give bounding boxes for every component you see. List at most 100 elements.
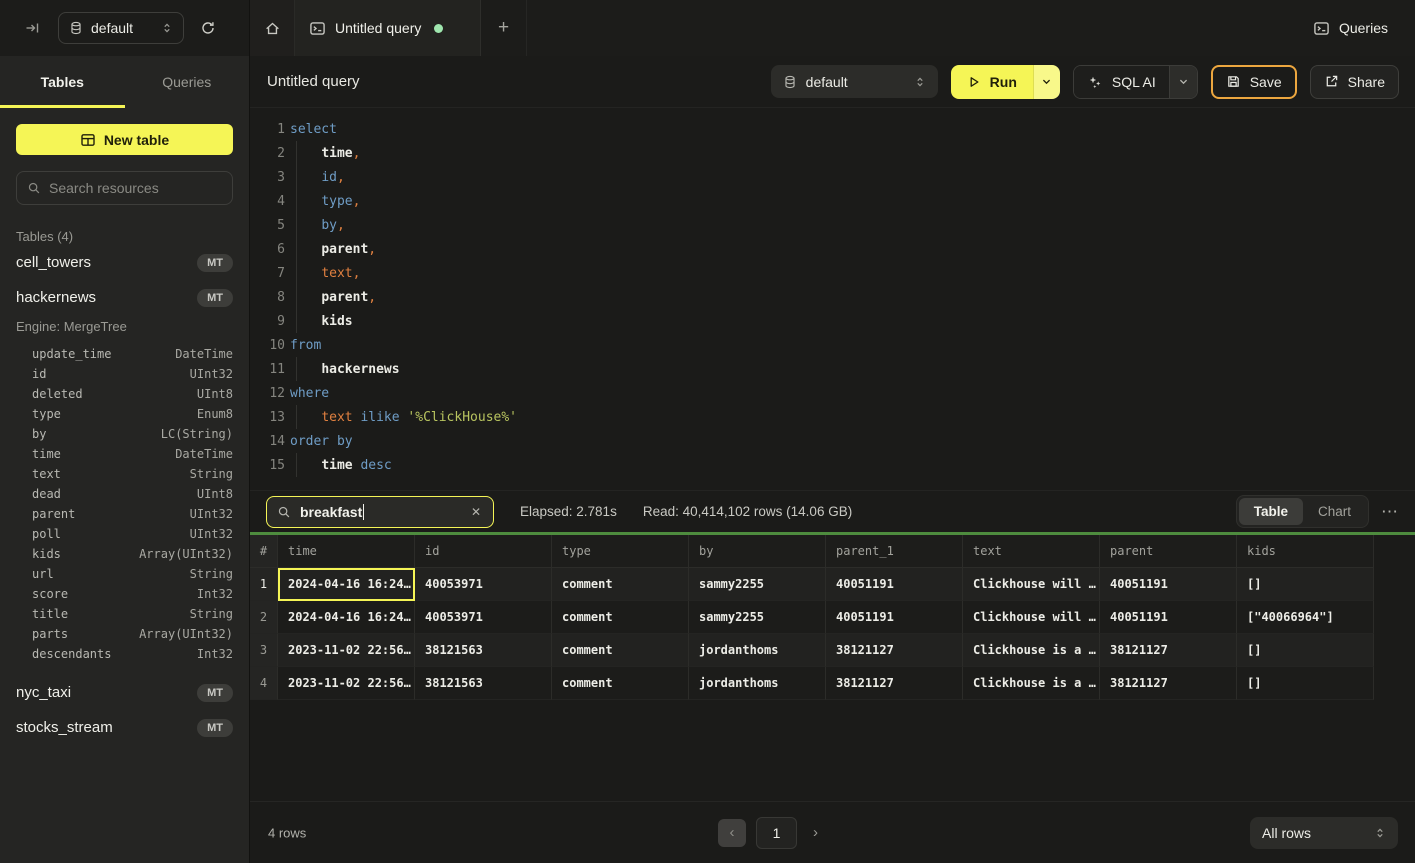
- column-type: Int32: [197, 647, 233, 661]
- sidebar-tab-tables[interactable]: Tables: [0, 56, 125, 108]
- cell[interactable]: sammy2255: [689, 568, 826, 601]
- results-more-button[interactable]: ⋯: [1381, 502, 1399, 522]
- tab-title: Untitled query: [335, 20, 421, 36]
- toggle-table-view[interactable]: Table: [1239, 498, 1303, 525]
- run-button[interactable]: Run: [951, 65, 1033, 99]
- cell[interactable]: 2023-11-02 22:56…: [278, 634, 415, 667]
- sql-ai-options-button[interactable]: [1169, 66, 1197, 98]
- cell[interactable]: comment: [552, 634, 689, 667]
- cell[interactable]: []: [1237, 568, 1374, 601]
- cell[interactable]: []: [1237, 667, 1374, 700]
- column-item-score[interactable]: scoreInt32: [16, 584, 233, 604]
- chevron-updown-icon: [914, 76, 926, 88]
- cell[interactable]: 38121127: [826, 667, 963, 700]
- column-item-deleted[interactable]: deletedUInt8: [16, 384, 233, 404]
- column-header-time[interactable]: time: [278, 535, 415, 568]
- column-item-text[interactable]: textString: [16, 464, 233, 484]
- cell[interactable]: Clickhouse will …: [963, 568, 1100, 601]
- row-index[interactable]: 3: [250, 634, 278, 667]
- cell[interactable]: 38121563: [415, 667, 552, 700]
- new-tab-button[interactable]: +: [481, 0, 527, 56]
- table-item-stocks_stream[interactable]: stocks_streamMT: [16, 711, 233, 744]
- column-item-id[interactable]: idUInt32: [16, 364, 233, 384]
- collapse-sidebar-button[interactable]: [20, 16, 44, 40]
- token-pun: ,: [337, 218, 345, 233]
- refresh-button[interactable]: [196, 16, 220, 40]
- database-selector-top[interactable]: default: [58, 12, 184, 44]
- cell[interactable]: 40051191: [1100, 568, 1237, 601]
- column-item-descendants[interactable]: descendantsInt32: [16, 644, 233, 664]
- column-header-type[interactable]: type: [552, 535, 689, 568]
- row-index[interactable]: 2: [250, 601, 278, 634]
- results-filter-input[interactable]: breakfast ✕: [266, 496, 494, 528]
- sql-editor[interactable]: 1select2 time,3 id,4 type,5 by,6 parent,…: [250, 108, 1415, 490]
- token-pun: ,: [368, 242, 376, 257]
- cell[interactable]: []: [1237, 634, 1374, 667]
- column-header-id[interactable]: id: [415, 535, 552, 568]
- cell[interactable]: jordanthoms: [689, 634, 826, 667]
- cell[interactable]: 40051191: [826, 601, 963, 634]
- tab-untitled-query[interactable]: Untitled query: [295, 0, 481, 56]
- page-size-selector[interactable]: All rows: [1250, 817, 1398, 849]
- page-number-button[interactable]: 1: [756, 817, 797, 849]
- table-item-nyc_taxi[interactable]: nyc_taxiMT: [16, 676, 233, 709]
- new-table-button[interactable]: New table: [16, 124, 233, 155]
- clear-filter-button[interactable]: ✕: [469, 503, 483, 521]
- cell[interactable]: 38121127: [1100, 667, 1237, 700]
- cell[interactable]: 2024-04-16 16:24…: [278, 601, 415, 634]
- database-selector[interactable]: default: [771, 65, 938, 98]
- cell[interactable]: 40051191: [1100, 601, 1237, 634]
- sidebar-tab-queries[interactable]: Queries: [125, 56, 250, 108]
- row-index[interactable]: 4: [250, 667, 278, 700]
- cell[interactable]: 2024-04-16 16:24…: [278, 568, 415, 601]
- save-button[interactable]: Save: [1211, 65, 1297, 99]
- toggle-chart-view[interactable]: Chart: [1303, 498, 1366, 525]
- cell[interactable]: ["40066964"]: [1237, 601, 1374, 634]
- table-item-cell_towers[interactable]: cell_towersMT: [16, 246, 233, 279]
- cell[interactable]: comment: [552, 568, 689, 601]
- column-header-parent[interactable]: parent: [1100, 535, 1237, 568]
- queries-button[interactable]: Queries: [1313, 20, 1388, 37]
- column-header-kids[interactable]: kids: [1237, 535, 1374, 568]
- cell[interactable]: 2023-11-02 22:56…: [278, 667, 415, 700]
- column-item-dead[interactable]: deadUInt8: [16, 484, 233, 504]
- cell[interactable]: 40053971: [415, 601, 552, 634]
- column-item-parent[interactable]: parentUInt32: [16, 504, 233, 524]
- column-header-#[interactable]: #: [250, 535, 278, 568]
- cell[interactable]: Clickhouse is a …: [963, 667, 1100, 700]
- cell[interactable]: 40051191: [826, 568, 963, 601]
- cell[interactable]: sammy2255: [689, 601, 826, 634]
- home-tab[interactable]: [250, 0, 295, 56]
- prev-page-button[interactable]: ‹: [718, 819, 746, 847]
- column-item-by[interactable]: byLC(String): [16, 424, 233, 444]
- column-header-text[interactable]: text: [963, 535, 1100, 568]
- column-item-kids[interactable]: kidsArray(UInt32): [16, 544, 233, 564]
- column-item-parts[interactable]: partsArray(UInt32): [16, 624, 233, 644]
- sql-ai-button[interactable]: SQL AI: [1074, 66, 1169, 98]
- row-index[interactable]: 1: [250, 568, 278, 601]
- column-item-title[interactable]: titleString: [16, 604, 233, 624]
- column-item-poll[interactable]: pollUInt32: [16, 524, 233, 544]
- cell[interactable]: 38121127: [826, 634, 963, 667]
- cell[interactable]: comment: [552, 601, 689, 634]
- cell[interactable]: 38121127: [1100, 634, 1237, 667]
- line-code: parent,: [290, 290, 376, 305]
- column-item-update_time[interactable]: update_timeDateTime: [16, 344, 233, 364]
- cell[interactable]: comment: [552, 667, 689, 700]
- table-item-hackernews[interactable]: hackernewsMT: [16, 281, 233, 314]
- column-item-time[interactable]: timeDateTime: [16, 444, 233, 464]
- cell[interactable]: Clickhouse will …: [963, 601, 1100, 634]
- column-item-url[interactable]: urlString: [16, 564, 233, 584]
- column-header-by[interactable]: by: [689, 535, 826, 568]
- cell[interactable]: Clickhouse is a …: [963, 634, 1100, 667]
- next-page-button[interactable]: ›: [807, 820, 824, 845]
- cell[interactable]: 38121563: [415, 634, 552, 667]
- column-item-type[interactable]: typeEnum8: [16, 404, 233, 424]
- cell[interactable]: 40053971: [415, 568, 552, 601]
- share-button[interactable]: Share: [1310, 65, 1399, 99]
- run-button-group: Run: [951, 65, 1060, 99]
- cell[interactable]: jordanthoms: [689, 667, 826, 700]
- run-options-button[interactable]: [1033, 65, 1060, 99]
- column-header-parent_1[interactable]: parent_1: [826, 535, 963, 568]
- sidebar-search-input[interactable]: [49, 180, 230, 196]
